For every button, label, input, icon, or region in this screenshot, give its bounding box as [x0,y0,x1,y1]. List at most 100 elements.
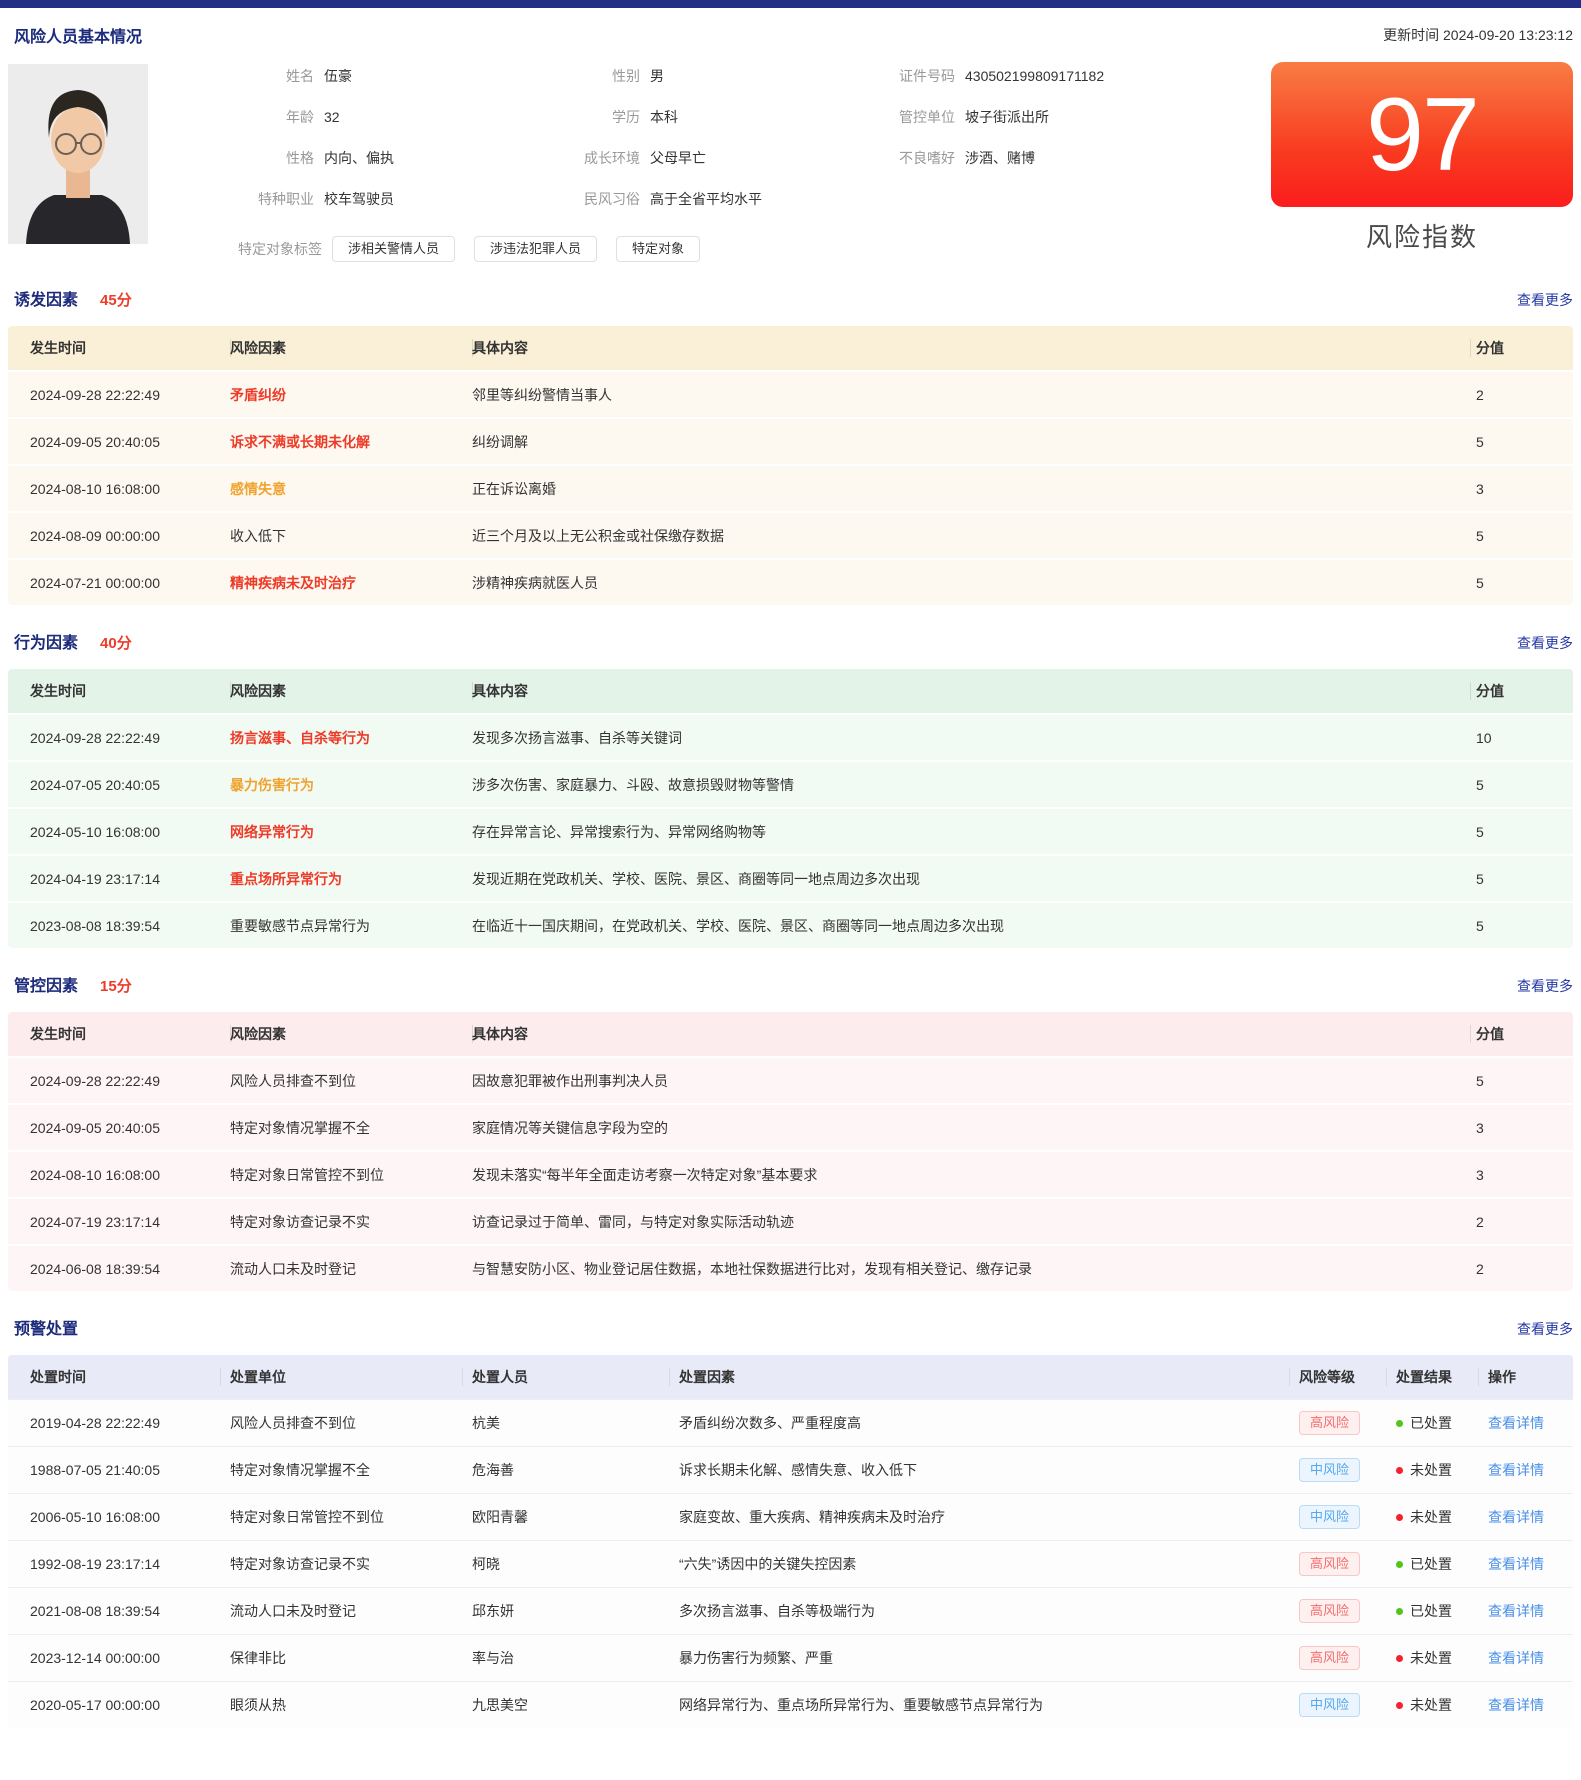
cell-person: 杭美 [472,1413,679,1433]
table-row: 2020-05-17 00:00:00眼须从热九思美空网络异常行为、重点场所异常… [8,1681,1573,1728]
status-dot-icon [1396,1561,1403,1568]
table-row: 2023-08-08 18:39:54重要敏感节点异常行为在临近十一国庆期间，在… [8,901,1573,948]
profile-section: 姓名伍豪性别男证件号码430502199809171182年龄32学历本科管控单… [8,62,1573,262]
table-row: 2019-04-28 22:22:49风险人员排查不到位杭美矛盾纠纷次数多、严重… [8,1399,1573,1446]
risk-score-label: 风险指数 [1271,217,1573,254]
cell-factor: 家庭变故、重大疾病、精神疾病未及时治疗 [679,1507,1299,1527]
cell-factor: 网络异常行为、重点场所异常行为、重要敏感节点异常行为 [679,1695,1299,1715]
table-header-row: 发生时间风险因素具体内容分值 [8,1012,1573,1056]
view-detail-link[interactable]: 查看详情 [1488,1462,1544,1478]
risk-level-badge: 高风险 [1299,1599,1360,1623]
cell-risk-factor: 特定对象访查记录不实 [230,1212,472,1232]
section-score: 45分 [100,289,132,310]
result-status: 已处置 [1396,1554,1452,1574]
cell-time: 2024-06-08 18:39:54 [8,1261,230,1277]
table-row: 2006-05-10 16:08:00特定对象日常管控不到位欧阳青馨家庭变故、重… [8,1493,1573,1540]
view-detail-link[interactable]: 查看详情 [1488,1415,1544,1431]
cell-factor: 暴力伤害行为频繁、严重 [679,1648,1299,1668]
cell-result: 未处置 [1396,1648,1488,1668]
cell-action: 查看详情 [1488,1648,1573,1668]
cell-person: 邱东妍 [472,1601,679,1621]
column-header: 分值 [1470,338,1573,358]
section-header: 诱发因素45分查看更多 [8,286,1573,310]
view-detail-link[interactable]: 查看详情 [1488,1650,1544,1666]
cell-risk-factor: 流动人口未及时登记 [230,1259,472,1279]
column-header: 处置结果 [1396,1367,1488,1387]
factor-table: 发生时间风险因素具体内容分值2024-09-28 22:22:49矛盾纠纷邻里等… [8,326,1573,605]
field-value: 男 [640,66,880,86]
result-status: 未处置 [1396,1507,1452,1527]
cell-content: 涉精神疾病就医人员 [472,573,1470,593]
column-header: 发生时间 [8,1024,230,1044]
cell-score: 5 [1470,824,1573,840]
cell-risk-level: 中风险 [1299,1505,1396,1529]
tags-label: 特定对象标签 [156,239,322,259]
cell-content: 在临近十一国庆期间，在党政机关、学校、医院、景区、商圈等同一地点周边多次出现 [472,916,1470,936]
cell-person: 危海善 [472,1460,679,1480]
table-row: 2024-09-28 22:22:49扬言滋事、自杀等行为发现多次扬言滋事、自杀… [8,713,1573,760]
cell-risk-level: 高风险 [1299,1411,1396,1435]
cell-factor: “六失”诱因中的关键失控因素 [679,1554,1299,1574]
view-more-link[interactable]: 查看更多 [1517,976,1573,996]
field-label: 民风习俗 [510,189,640,209]
table-row: 1992-08-19 23:17:14特定对象访查记录不实柯晓“六失”诱因中的关… [8,1540,1573,1587]
view-detail-link[interactable]: 查看详情 [1488,1556,1544,1572]
view-detail-link[interactable]: 查看详情 [1488,1697,1544,1713]
table-row: 2024-06-08 18:39:54流动人口未及时登记与智慧安防小区、物业登记… [8,1244,1573,1291]
cell-score: 10 [1470,730,1573,746]
cell-time: 2024-09-28 22:22:49 [8,730,230,746]
cell-score: 3 [1470,1120,1573,1136]
field-label: 性别 [510,66,640,86]
cell-content: 纠纷调解 [472,432,1470,452]
view-detail-link[interactable]: 查看详情 [1488,1509,1544,1525]
cell-score: 5 [1470,871,1573,887]
cell-score: 5 [1470,434,1573,450]
update-time-value: 2024-09-20 13:23:12 [1443,27,1573,43]
view-more-link[interactable]: 查看更多 [1517,290,1573,310]
column-header: 分值 [1470,1024,1573,1044]
cell-time: 2024-07-19 23:17:14 [8,1214,230,1230]
cell-person: 柯晓 [472,1554,679,1574]
cell-person: 九思美空 [472,1695,679,1715]
status-dot-icon [1396,1420,1403,1427]
section-header: 预警处置 查看更多 [8,1315,1573,1339]
section-title: 行为因素 [14,629,78,653]
table-row: 2023-12-14 00:00:00保律非比率与治暴力伤害行为频繁、严重高风险… [8,1634,1573,1681]
cell-unit: 流动人口未及时登记 [230,1601,472,1621]
risk-score-value: 97 [1366,85,1478,185]
view-more-link[interactable]: 查看更多 [1517,633,1573,653]
cell-risk-factor: 网络异常行为 [230,822,472,842]
cell-risk-factor: 矛盾纠纷 [230,385,472,405]
result-status: 未处置 [1396,1695,1452,1715]
risk-level-badge: 中风险 [1299,1693,1360,1717]
table-row: 2021-08-08 18:39:54流动人口未及时登记邱东妍多次扬言滋事、自杀… [8,1587,1573,1634]
cell-time: 1988-07-05 21:40:05 [8,1462,230,1478]
field-value: 本科 [640,107,880,127]
table-row: 2024-08-10 16:08:00感情失意正在诉讼离婚3 [8,464,1573,511]
cell-time: 2024-08-10 16:08:00 [8,481,230,497]
field-label: 成长环境 [510,148,640,168]
cell-time: 2023-08-08 18:39:54 [8,918,230,934]
page-header: 风险人员基本情况 更新时间 2024-09-20 13:23:12 [8,24,1573,46]
field-value: 父母早亡 [640,148,880,168]
table-row: 2024-09-05 20:40:05诉求不满或长期未化解纠纷调解5 [8,417,1573,464]
cell-time: 2024-09-05 20:40:05 [8,434,230,450]
cell-time: 2024-08-09 00:00:00 [8,528,230,544]
cell-content: 访查记录过于简单、雷同，与特定对象实际活动轨迹 [472,1212,1470,1232]
view-detail-link[interactable]: 查看详情 [1488,1603,1544,1619]
section-title: 预警处置 [14,1315,78,1339]
risk-level-badge: 高风险 [1299,1552,1360,1576]
table-row: 2024-09-28 22:22:49矛盾纠纷邻里等纠纷警情当事人2 [8,370,1573,417]
cell-score: 3 [1470,1167,1573,1183]
result-status: 未处置 [1396,1460,1452,1480]
result-text: 已处置 [1410,1413,1452,1433]
section-trigger: 诱发因素45分查看更多发生时间风险因素具体内容分值2024-09-28 22:2… [8,286,1573,605]
view-more-link[interactable]: 查看更多 [1517,1319,1573,1339]
factor-table: 发生时间风险因素具体内容分值2024-09-28 22:22:49扬言滋事、自杀… [8,669,1573,948]
table-row: 2024-07-21 00:00:00精神疾病未及时治疗涉精神疾病就医人员5 [8,558,1573,605]
cell-action: 查看详情 [1488,1413,1573,1433]
column-header: 发生时间 [8,681,230,701]
cell-unit: 眼须从热 [230,1695,472,1715]
tag-pill: 涉相关警情人员 [332,236,455,262]
result-text: 已处置 [1410,1601,1452,1621]
